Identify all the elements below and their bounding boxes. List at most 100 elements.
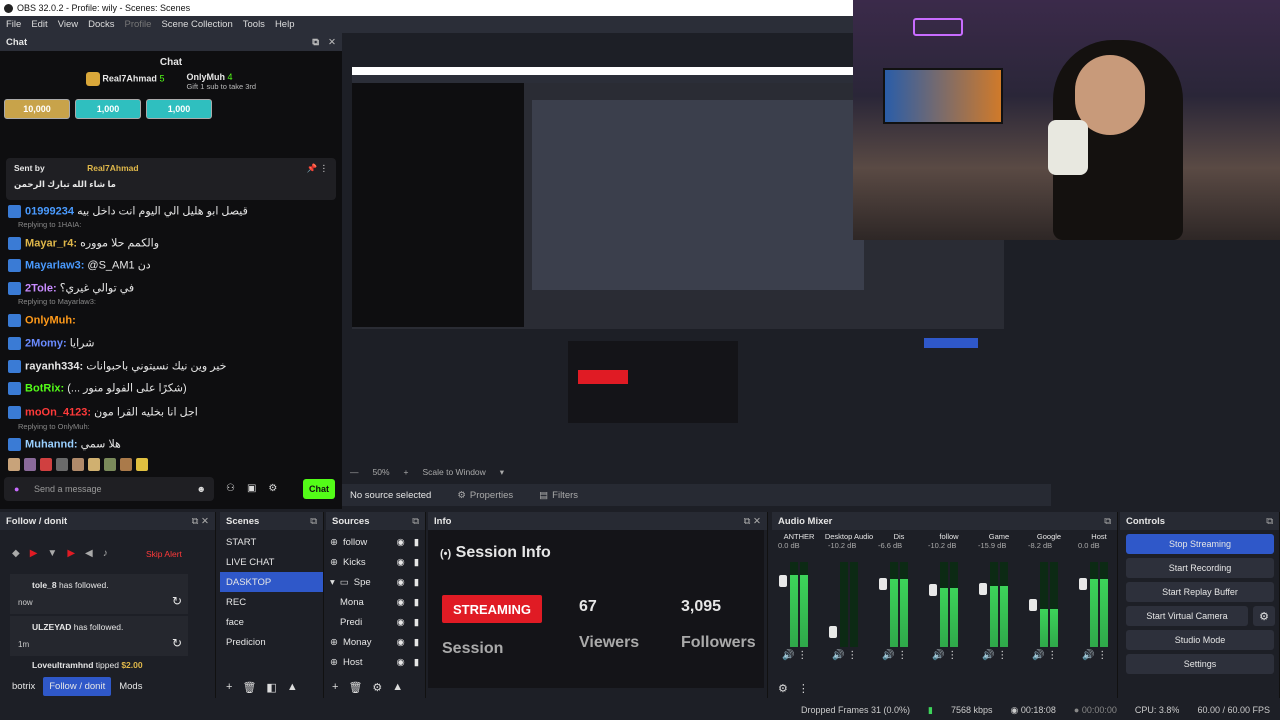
zoom-out-icon[interactable]: — (350, 467, 359, 477)
fit-icon[interactable]: + (404, 467, 409, 477)
filter-icon[interactable]: ▼ (47, 548, 57, 559)
play-icon[interactable]: ▶ (30, 548, 38, 559)
dock-controls[interactable]: ⧉ ✕ (192, 516, 215, 527)
eye-icon[interactable]: ◉ (396, 537, 404, 548)
volume-slider[interactable] (1029, 599, 1037, 611)
trash-icon[interactable]: 🗑 (242, 681, 256, 694)
close-icon[interactable]: ✕ (328, 37, 336, 48)
volume-slider[interactable] (779, 575, 787, 587)
chat-send-button[interactable]: Chat (303, 479, 335, 499)
refresh-icon[interactable]: ↻ (172, 636, 182, 650)
eye-icon[interactable]: ◉ (396, 577, 404, 588)
gift-icon[interactable]: ▣ (247, 483, 256, 494)
mute-icon[interactable]: 🔊 ⋮ (1082, 650, 1107, 661)
chat-username[interactable]: moOn_4123: (22, 406, 94, 418)
source-item[interactable]: Predi ◉ ▮ (326, 612, 425, 632)
gift-badge[interactable]: 10,000 (4, 99, 70, 119)
chevron-up-icon[interactable]: ▲ (392, 681, 403, 693)
float-icon[interactable]: ⧉ (1104, 516, 1117, 527)
float-icon[interactable]: ⧉ (1266, 516, 1279, 527)
tab-mods[interactable]: Mods (113, 677, 148, 696)
shield-icon[interactable]: ◆ (12, 548, 20, 559)
volume-slider[interactable] (879, 578, 887, 590)
gift-badge[interactable]: 1,000 (146, 99, 212, 119)
gift-badge[interactable]: 1,000 (75, 99, 141, 119)
mute-icon[interactable]: 🔊 ⋮ (832, 650, 857, 661)
bell-icon[interactable]: ♪ (103, 548, 108, 559)
chat-username[interactable]: 01999234 (22, 205, 77, 217)
eye-icon[interactable]: ◉ (396, 657, 404, 668)
mute-icon[interactable]: 🔊 ⋮ (982, 650, 1007, 661)
scene-item-rec[interactable]: REC (220, 592, 323, 612)
chat-username[interactable]: 2Tole: (22, 282, 60, 294)
float-icon[interactable]: ⧉ (310, 516, 323, 527)
trash-icon[interactable]: 🗑 (348, 681, 362, 694)
menu-view[interactable]: View (58, 19, 78, 30)
filter-icon[interactable]: ◧ (266, 681, 276, 694)
source-item[interactable]: ⊕ Kicks ◉ ▮ (326, 552, 425, 572)
refresh-icon[interactable]: ↻ (172, 594, 182, 608)
menu-scene-collection[interactable]: Scene Collection (161, 19, 232, 30)
lock-icon[interactable]: ▮ (414, 657, 419, 668)
mute-icon[interactable]: 🔊 ⋮ (1032, 650, 1057, 661)
chevron-down-icon[interactable]: ▾ (330, 577, 335, 588)
lock-icon[interactable]: ▮ (414, 577, 419, 588)
volume-icon[interactable]: ◀ (85, 548, 93, 559)
menu-docks[interactable]: Docks (88, 19, 114, 30)
emoji-icon[interactable]: ☻ (197, 484, 206, 494)
source-item[interactable]: ⊕ follow ◉ ▮ (326, 532, 425, 552)
menu-profile[interactable]: Profile (125, 19, 152, 30)
studio-mode-button[interactable]: Studio Mode (1126, 630, 1274, 650)
gear-icon[interactable]: ⚙ (268, 483, 277, 494)
source-item[interactable]: ⊕ Host ◉ ▮ (326, 652, 425, 672)
stop-streaming-button[interactable]: Stop Streaming (1126, 534, 1274, 554)
mute-icon[interactable]: 🔊 ⋮ (932, 650, 957, 661)
start-replay-buffer-button[interactable]: Start Replay Buffer (1126, 582, 1274, 602)
chat-username[interactable]: BotRix: (22, 382, 67, 394)
filters-button[interactable]: ▤ Filters (539, 490, 578, 501)
float-icon[interactable]: ⧉ (412, 516, 425, 527)
chat-input[interactable]: ● Send a message ☻ (4, 477, 214, 501)
gear-icon[interactable]: ⚙ (372, 681, 382, 694)
start-virtual-camera-button[interactable]: Start Virtual Camera (1126, 606, 1248, 626)
lock-icon[interactable]: ▮ (414, 537, 419, 548)
chevron-down-icon[interactable]: ▾ (500, 467, 504, 478)
scene-item-face[interactable]: face (220, 612, 323, 632)
properties-button[interactable]: ⚙ Properties (457, 490, 513, 501)
play-icon[interactable]: ▶ (67, 548, 75, 559)
volume-slider[interactable] (979, 582, 987, 595)
chat-username[interactable]: Mayar_r4: (22, 237, 80, 249)
virtual-camera-settings-icon[interactable]: ⚙ (1253, 606, 1275, 626)
volume-slider[interactable] (1079, 578, 1087, 590)
lock-icon[interactable]: ▮ (414, 617, 419, 628)
dock-controls[interactable]: ⧉ ✕ (744, 516, 767, 527)
menu-help[interactable]: Help (275, 19, 295, 30)
menu-tools[interactable]: Tools (243, 19, 265, 30)
volume-slider[interactable] (929, 584, 937, 596)
lock-icon[interactable]: ▮ (414, 637, 419, 648)
eye-icon[interactable]: ◉ (396, 597, 404, 608)
settings-button[interactable]: Settings (1126, 654, 1274, 674)
scene-item-live-chat[interactable]: LIVE CHAT (220, 552, 323, 572)
menu-edit[interactable]: Edit (31, 19, 47, 30)
scene-item-dasktop[interactable]: DASKTOP (220, 572, 323, 592)
gear-icon[interactable]: ⚙ (778, 682, 788, 695)
eye-icon[interactable]: ◉ (396, 557, 404, 568)
add-icon[interactable]: + (226, 681, 232, 693)
lock-icon[interactable]: ▮ (414, 597, 419, 608)
scale-mode[interactable]: Scale to Window (422, 467, 485, 477)
chat-username[interactable]: Muhannd: (22, 438, 81, 450)
start-recording-button[interactable]: Start Recording (1126, 558, 1274, 578)
pin-icon[interactable]: 📌 ⋮ (307, 163, 328, 174)
chat-username[interactable]: Mayarlaw3: (22, 259, 87, 271)
chat-username[interactable]: OnlyMuh: (22, 314, 76, 326)
eye-icon[interactable]: ◉ (396, 617, 404, 628)
chat-username[interactable]: 2Momy: (22, 337, 70, 349)
source-item[interactable]: ▾ ▭ Spe ◉ ▮ (326, 572, 425, 592)
float-icon[interactable]: ⧉ (312, 37, 319, 48)
scene-item-start[interactable]: START (220, 532, 323, 552)
mute-icon[interactable]: 🔊 ⋮ (882, 650, 907, 661)
eye-icon[interactable]: ◉ (396, 637, 404, 648)
users-icon[interactable]: ⚇ (226, 483, 235, 494)
scene-item-predicion[interactable]: Predicion (220, 632, 323, 652)
